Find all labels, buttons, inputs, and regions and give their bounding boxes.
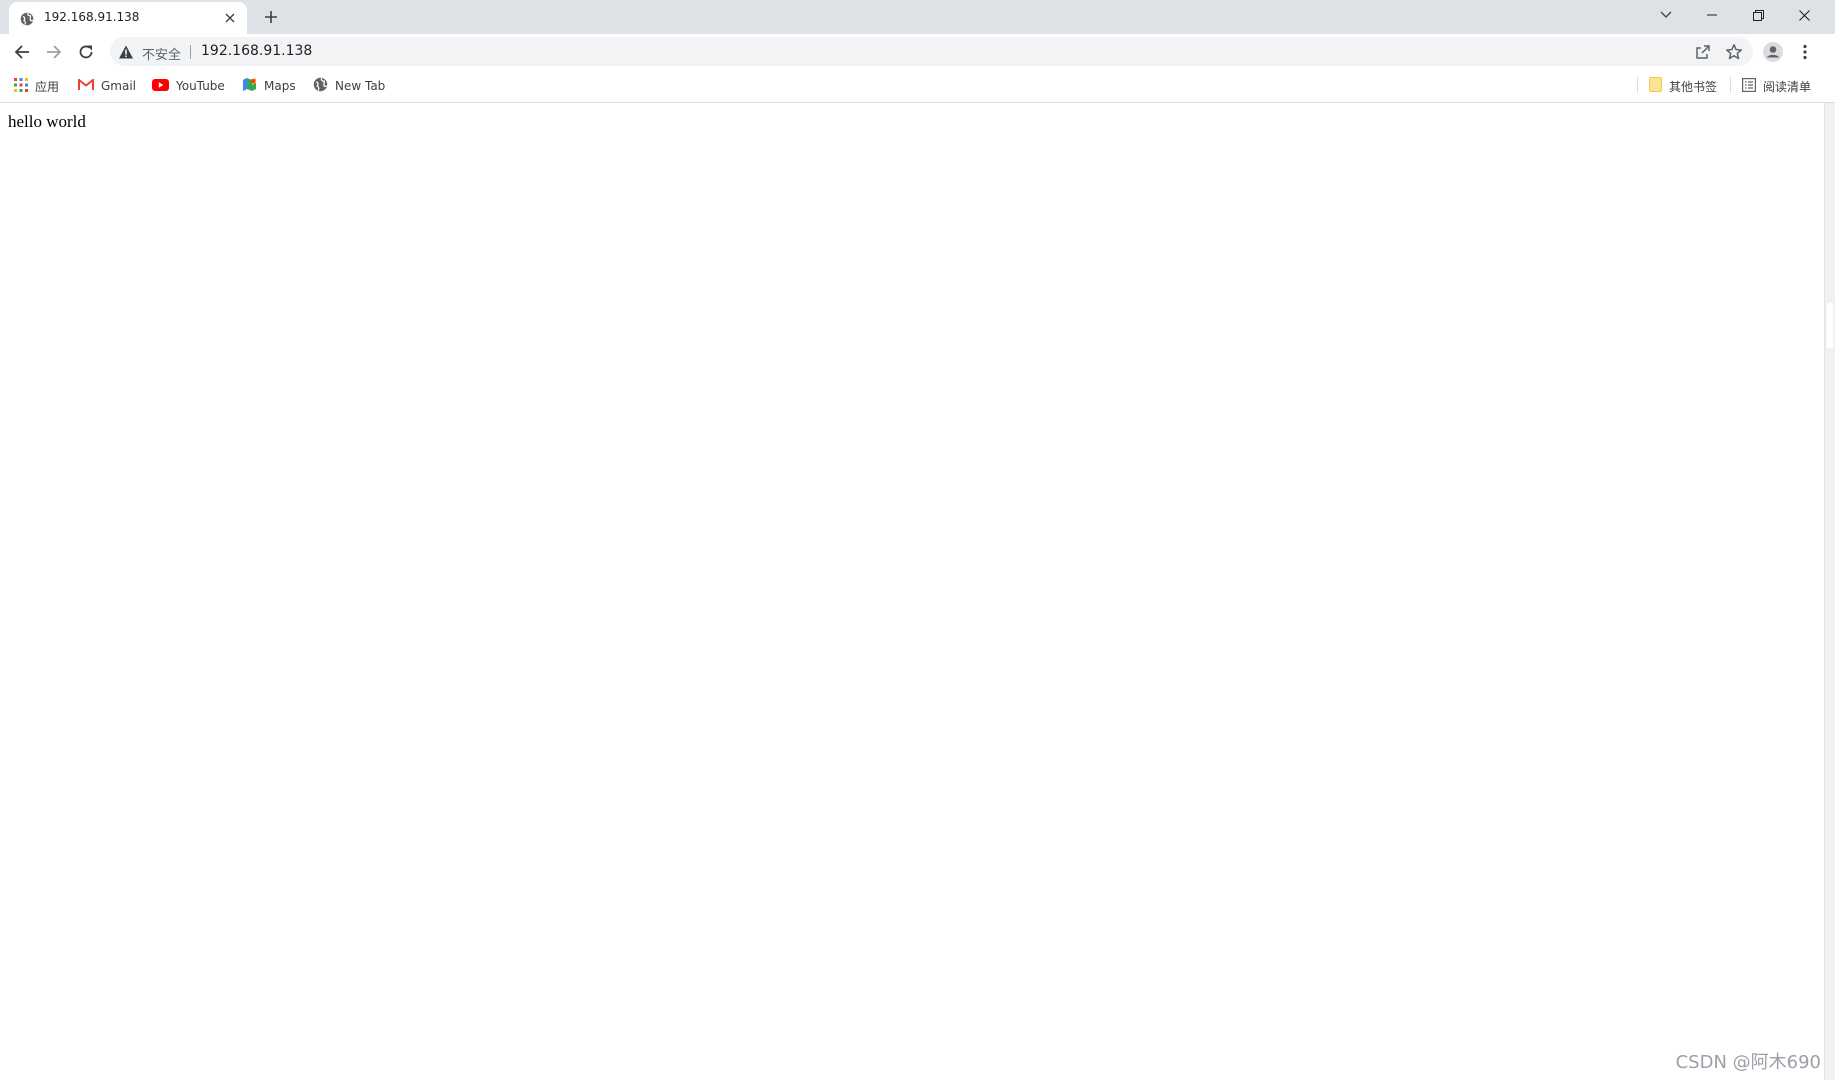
new-tab-button[interactable] [261, 7, 281, 27]
bookmark-label: Maps [264, 79, 296, 93]
bookmark-star-icon[interactable] [1725, 43, 1743, 61]
bookmarks-bar: 应用 Gmail YouTube Maps New Tab 其他书签 阅读清单 [0, 69, 1835, 103]
vertical-scrollbar[interactable] [1824, 103, 1835, 1080]
forward-icon[interactable] [41, 39, 67, 65]
youtube-icon [152, 78, 169, 94]
bookmark-other-folder[interactable]: 其他书签 [1649, 76, 1717, 96]
bookmark-label: 阅读清单 [1763, 79, 1812, 94]
bookmark-new-tab[interactable]: New Tab [313, 76, 385, 96]
warning-icon[interactable] [118, 44, 134, 60]
globe-icon [313, 77, 328, 95]
security-label[interactable]: 不安全 [142, 44, 181, 63]
bookmark-label: 应用 [35, 79, 60, 94]
close-window-icon[interactable] [1781, 0, 1827, 30]
bookmark-apps[interactable]: 应用 [14, 76, 59, 96]
reload-icon[interactable] [73, 39, 99, 65]
maps-icon [242, 77, 257, 95]
share-icon[interactable] [1695, 44, 1711, 60]
url-text[interactable]: 192.168.91.138 [201, 43, 312, 59]
bookmark-label: Gmail [101, 79, 137, 93]
bookmark-label: 其他书签 [1669, 79, 1718, 94]
reading-list-icon [1742, 77, 1757, 95]
bookmark-maps[interactable]: Maps [242, 76, 296, 96]
bookmark-label: YouTube [176, 79, 225, 93]
omnibox-divider [190, 45, 191, 59]
tab-search-icon[interactable] [1643, 0, 1689, 30]
active-tab[interactable]: 192.168.91.138 [9, 2, 247, 34]
tab-strip: 192.168.91.138 [0, 0, 1835, 34]
reading-list-button[interactable]: 阅读清单 [1742, 76, 1811, 96]
globe-icon [20, 11, 34, 26]
gmail-icon [78, 77, 94, 94]
page-body-text: hello world [8, 112, 86, 131]
bookmark-youtube[interactable]: YouTube [152, 76, 225, 96]
omnibox[interactable]: 不安全 192.168.91.138 [110, 37, 1753, 66]
close-tab-icon[interactable] [222, 10, 238, 26]
bookmark-label: New Tab [335, 79, 386, 93]
back-icon[interactable] [9, 39, 35, 65]
toolbar: 不安全 192.168.91.138 [0, 34, 1835, 69]
menu-kebab-icon[interactable] [1796, 42, 1814, 62]
restore-icon[interactable] [1735, 0, 1781, 30]
bookmark-gmail[interactable]: Gmail [78, 76, 136, 96]
bookmarks-divider [1730, 77, 1731, 93]
apps-grid-icon [14, 77, 28, 95]
folder-icon [1649, 77, 1662, 95]
tab-title: 192.168.91.138 [44, 10, 140, 24]
watermark: CSDN @阿木690 [1675, 1052, 1821, 1073]
page-content: hello world [0, 103, 1825, 1080]
profile-avatar-icon[interactable] [1762, 41, 1784, 63]
scrollbar-thumb[interactable] [1827, 303, 1833, 348]
minimize-icon[interactable] [1689, 0, 1735, 30]
bookmarks-divider [1637, 77, 1638, 93]
